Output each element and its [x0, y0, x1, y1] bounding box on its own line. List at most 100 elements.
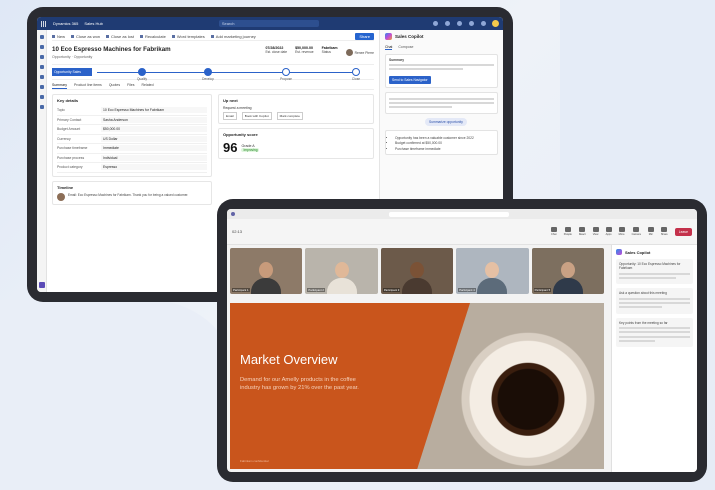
filter-icon[interactable]	[457, 21, 462, 26]
field-label: Currency	[57, 136, 71, 141]
business-process-flow: Opportunity Sales Qualify Develop Propos…	[52, 64, 374, 81]
dynamics-top-bar: Dynamics 365 Sales Hub Search	[37, 17, 503, 30]
camera-icon	[633, 227, 640, 232]
field-value[interactable]: Individual	[101, 154, 207, 161]
apps-icon	[605, 227, 612, 232]
owner-field[interactable]: Renee Pierre	[345, 46, 374, 59]
participant-tile[interactable]: Participant 5	[531, 248, 605, 294]
search-input[interactable]	[389, 211, 509, 217]
word-icon	[171, 35, 175, 38]
app-name[interactable]: Sales Hub	[84, 21, 102, 26]
plus-icon	[52, 35, 55, 38]
field-row: Budget Amount $50,000.00	[57, 125, 207, 135]
avatar[interactable]	[492, 20, 499, 27]
accounts-icon[interactable]	[39, 65, 44, 69]
chat-button[interactable]: Chat	[550, 227, 557, 236]
participant-tile[interactable]: Participant 3	[380, 248, 454, 294]
field-row: Primary Contact Sasha Anderson	[57, 116, 207, 125]
stage-qualify[interactable]	[138, 68, 146, 76]
tab-files[interactable]: Files	[127, 83, 134, 89]
tab-chat[interactable]: Chat	[385, 45, 393, 50]
up-next-item[interactable]: Request a meeting	[223, 106, 369, 110]
field-value[interactable]: US Dollar	[101, 135, 207, 142]
command-close-lost[interactable]: Close as lost	[106, 34, 134, 39]
leads-icon[interactable]	[39, 85, 44, 89]
stage-close[interactable]	[352, 68, 360, 76]
command-word-templates[interactable]: Word templates	[171, 34, 205, 39]
camera-button[interactable]: Camera	[632, 227, 641, 236]
tab-summary[interactable]: Summary	[52, 83, 67, 89]
field-value[interactable]: Immediate	[101, 145, 207, 152]
mark-complete-button[interactable]: Mark complete	[276, 112, 303, 120]
calculator-icon	[139, 35, 143, 38]
book-with-copilot-button[interactable]: Book with Copilot	[241, 112, 272, 120]
recent-icon[interactable]	[39, 45, 44, 49]
tab-compose[interactable]: Compose	[398, 45, 413, 50]
field-row: Purchase timeframe Immediate	[57, 144, 207, 154]
stage-develop[interactable]	[204, 68, 212, 76]
people-button[interactable]: People	[564, 227, 572, 236]
mic-button[interactable]: Mic	[647, 227, 654, 236]
lightbulb-icon[interactable]	[433, 21, 438, 26]
field-value[interactable]: Espresso	[101, 164, 207, 171]
search-input[interactable]: Search	[218, 20, 319, 27]
header-field: $50,000.00 Est. revenue	[295, 46, 314, 54]
command-close-won[interactable]: Close as won	[71, 34, 100, 39]
plus-icon[interactable]	[445, 21, 450, 26]
command-marketing-journey[interactable]: Add marketing journey	[210, 34, 256, 39]
field-label: Purchase process	[57, 155, 85, 160]
command-bar: New Close as won Close as lost Recalcula…	[52, 33, 374, 41]
quotes-icon[interactable]	[39, 105, 44, 109]
leave-button[interactable]: Leave	[674, 227, 692, 236]
contacts-icon[interactable]	[39, 75, 44, 79]
command-new[interactable]: New	[52, 34, 65, 39]
meeting-toolbar: 02:13 Chat People React View Apps More C…	[227, 219, 697, 245]
react-button[interactable]: React	[579, 227, 586, 236]
view-button[interactable]: View	[592, 227, 599, 236]
panel-title: Sales Copilot	[625, 249, 651, 255]
tab-related[interactable]: Related	[142, 83, 154, 89]
tab-quotes[interactable]: Quotes	[109, 83, 120, 89]
app-launcher-icon[interactable]	[41, 20, 47, 27]
copilot-summary-card: Summary Send to Sales Navigator	[385, 54, 498, 88]
slide-footer: Fabrikam confidential	[240, 459, 269, 463]
field-value[interactable]: Sasha Anderson	[101, 116, 207, 123]
more-button[interactable]: More	[618, 227, 625, 236]
email-button[interactable]: Email	[223, 112, 237, 120]
stage-propose[interactable]	[282, 68, 290, 76]
timeline-card: Timeline Email: Eco Espresso Machines fo…	[52, 180, 212, 205]
shared-presentation[interactable]: Market Overview Demand for our Amelly pr…	[230, 303, 604, 469]
opportunities-icon[interactable]	[39, 95, 44, 99]
summary-bullet: Budget confirmed at $50,000.00	[395, 141, 494, 145]
summary-bullet: Opportunity has been a valuable customer…	[395, 136, 494, 140]
slide-body: Demand for our Amelly products in the co…	[240, 377, 359, 392]
field-label: Budget Amount	[57, 127, 81, 132]
command-recalculate[interactable]: Recalculate	[139, 34, 166, 39]
home-icon[interactable]	[39, 35, 44, 39]
copilot-meeting-panel: Sales Copilot Opportunity: 10 Eco Espres…	[611, 245, 697, 472]
tablet-frame-teams: 02:13 Chat People React View Apps More C…	[217, 199, 707, 482]
tab-product-line-items[interactable]: Product line items	[74, 83, 102, 89]
apps-button[interactable]: Apps	[605, 227, 612, 236]
bpf-active-stage[interactable]: Opportunity Sales	[52, 68, 92, 76]
brand-label: Dynamics 365	[53, 21, 79, 26]
background-shape	[0, 300, 240, 490]
copilot-title: Sales Copilot	[395, 34, 424, 39]
field-value[interactable]: $50,000.00	[101, 126, 207, 133]
share-button[interactable]: Share	[355, 33, 374, 40]
field-value[interactable]: 10 Eco Espresso Machines for Fabrikam	[101, 107, 207, 114]
participant-tile[interactable]: Participant 4	[456, 248, 529, 294]
summarize-opportunity-pill[interactable]: Summarize opportunity	[425, 118, 467, 127]
copilot-icon	[385, 33, 392, 40]
owner-avatar	[345, 49, 353, 56]
participant-tile[interactable]: Participant 2	[305, 248, 378, 294]
timeline-entry[interactable]: Email: Eco Espresso Machines for Fabrika…	[57, 192, 207, 201]
pinned-icon[interactable]	[39, 55, 44, 59]
send-to-sales-navigator-button[interactable]: Send to Sales Navigator	[389, 75, 431, 84]
help-icon[interactable]	[481, 21, 486, 26]
record-title: 10 Eco Espresso Machines for Fabrikam	[52, 46, 171, 53]
participant-tile[interactable]: Participant 1	[230, 248, 303, 294]
share-button[interactable]: Share	[661, 227, 668, 236]
area-switcher-icon[interactable]	[38, 282, 45, 288]
settings-icon[interactable]	[469, 21, 474, 26]
